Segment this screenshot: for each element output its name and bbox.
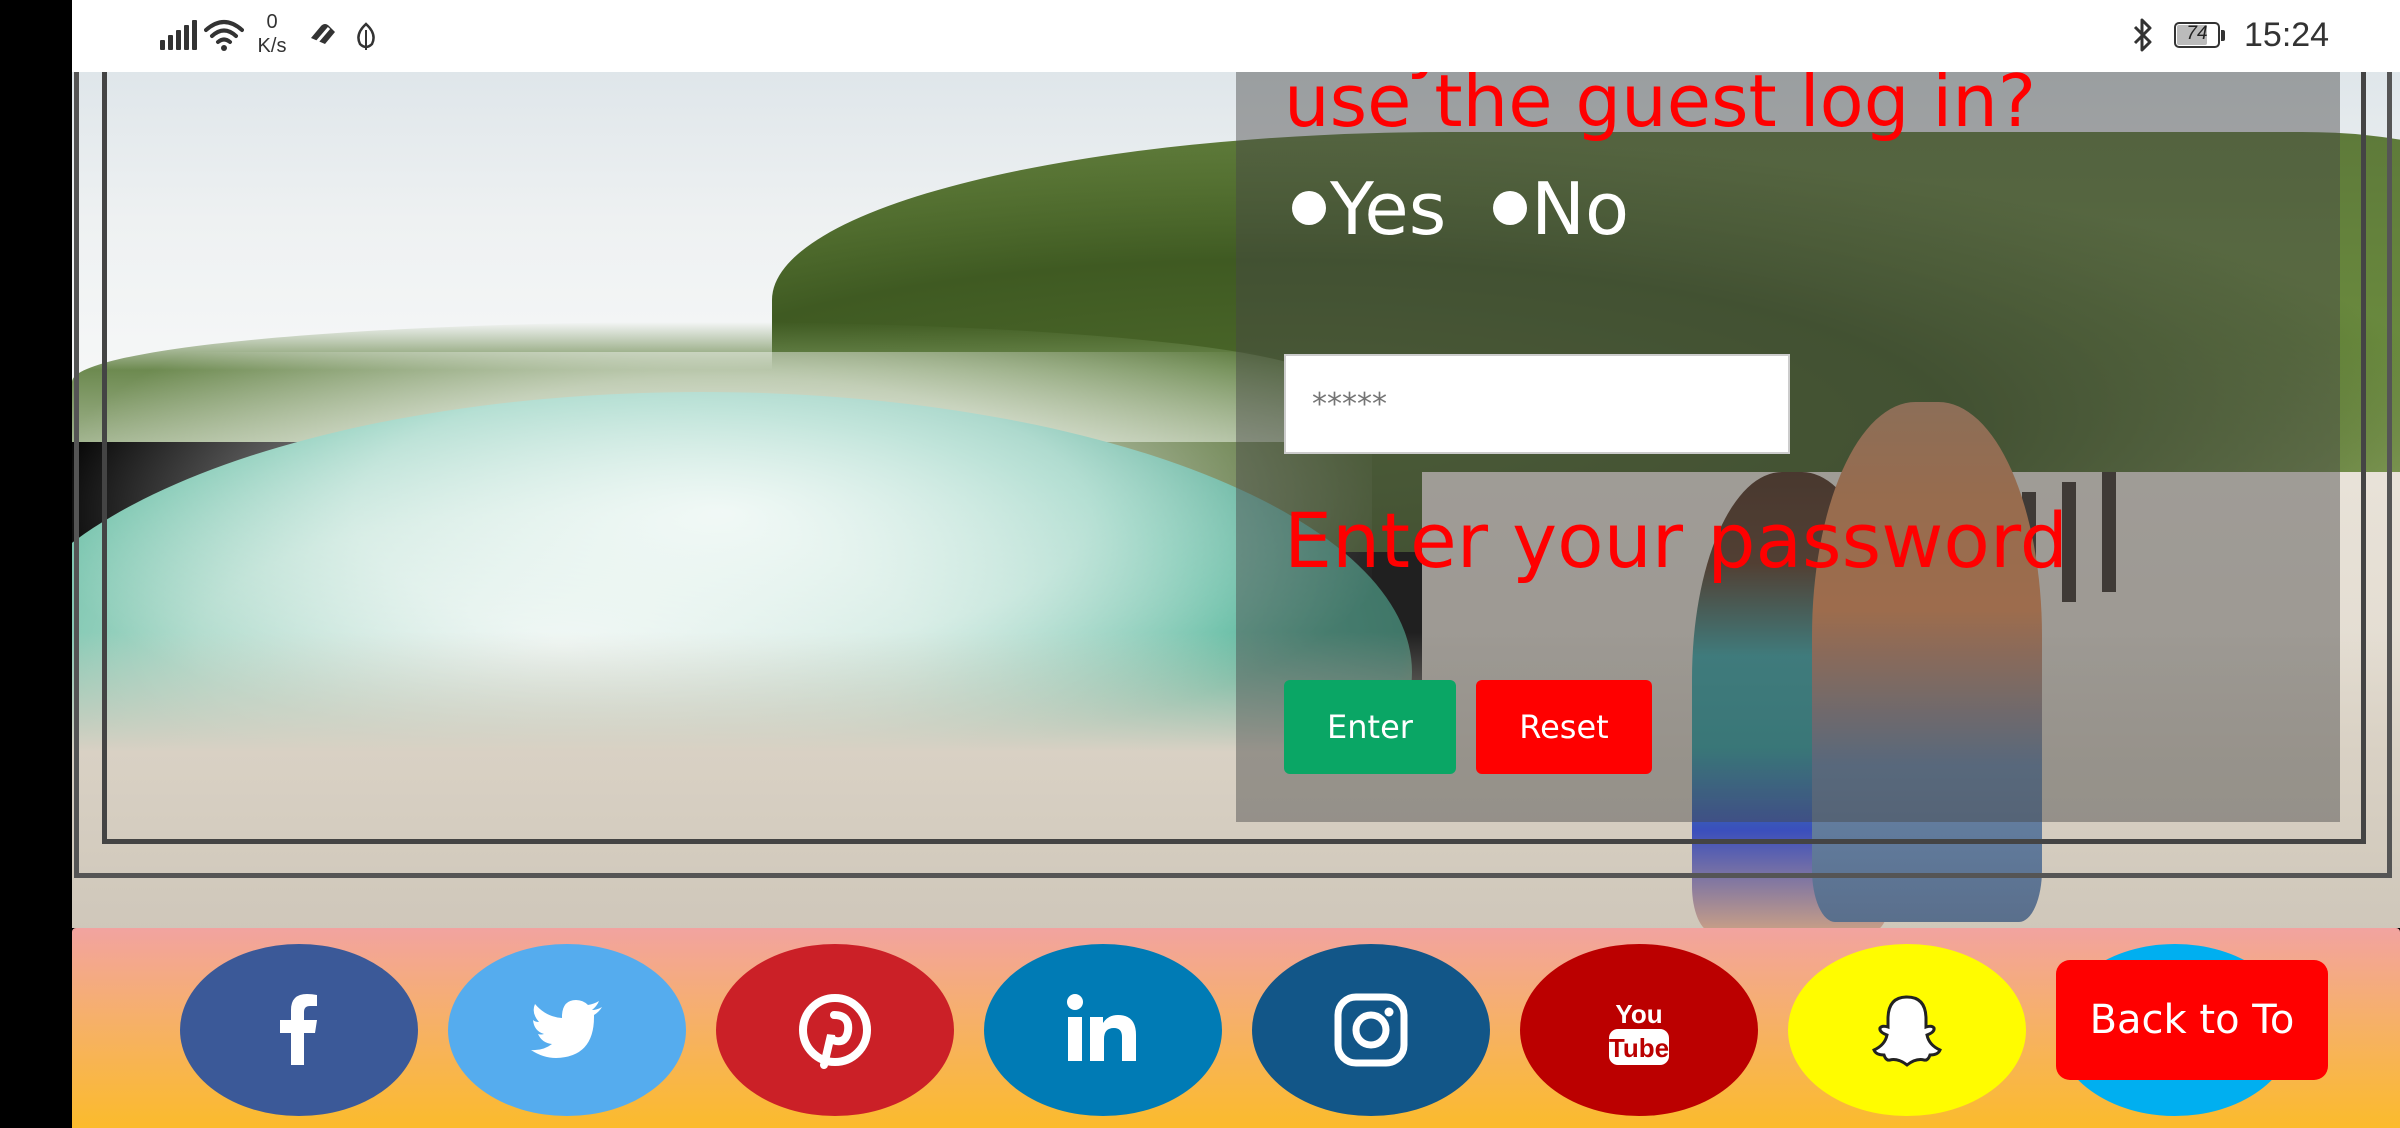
guest-login-question-cut: Do you want to bbox=[1284, 72, 1834, 82]
guest-login-question: Do you want to use the guest log in? bbox=[1284, 72, 2036, 144]
social-bar: You Tube Back to To bbox=[72, 928, 2400, 1128]
instagram-icon bbox=[1334, 993, 1408, 1067]
network-speed: 0 K/s bbox=[254, 10, 290, 58]
status-bar: 0 K/s 74 15:24 bbox=[72, 0, 2400, 72]
twitter-button[interactable] bbox=[448, 944, 686, 1116]
linkedin-icon bbox=[1067, 994, 1136, 1061]
network-speed-unit: K/s bbox=[257, 35, 287, 57]
twitter-icon bbox=[531, 1000, 602, 1058]
youtube-icon: You Tube bbox=[1609, 999, 1669, 1065]
login-panel: Do you want to use the guest log in? Yes… bbox=[1236, 72, 2340, 822]
svg-text:You: You bbox=[1615, 999, 1662, 1029]
svg-text:Tube: Tube bbox=[1609, 1033, 1669, 1063]
radio-no-label: No bbox=[1531, 167, 1630, 251]
radio-no[interactable]: No bbox=[1493, 166, 1629, 252]
network-speed-value: 0 bbox=[266, 11, 278, 33]
facebook-icon bbox=[280, 994, 317, 1065]
youtube-button[interactable]: You Tube bbox=[1520, 944, 1758, 1116]
guest-login-options: Yes No bbox=[1292, 166, 1653, 252]
leaf-icon bbox=[355, 22, 377, 52]
bluetooth-icon bbox=[2132, 17, 2154, 53]
back-to-top-button[interactable]: Back to To bbox=[2056, 960, 2328, 1080]
radio-yes-label: Yes bbox=[1330, 167, 1447, 251]
password-label: Enter your password bbox=[1284, 496, 2069, 585]
hero-background: Do you want to use the guest log in? Yes… bbox=[72, 72, 2400, 928]
snapchat-icon bbox=[1872, 995, 1942, 1067]
reset-button[interactable]: Reset bbox=[1476, 680, 1652, 774]
enter-button[interactable]: Enter bbox=[1284, 680, 1456, 774]
wifi-icon bbox=[204, 18, 244, 52]
linkedin-button[interactable] bbox=[984, 944, 1222, 1116]
guest-login-question-text: use the guest log in? bbox=[1284, 72, 2037, 143]
radio-dot-icon bbox=[1493, 191, 1528, 226]
app-notification-icon bbox=[307, 20, 339, 50]
facebook-button[interactable] bbox=[180, 944, 418, 1116]
clock: 15:24 bbox=[2244, 16, 2330, 54]
snapchat-button[interactable] bbox=[1788, 944, 2026, 1116]
battery-icon: 74 bbox=[2174, 22, 2228, 50]
battery-level: 74 bbox=[2186, 23, 2208, 44]
radio-dot-icon bbox=[1292, 191, 1326, 226]
pinterest-icon bbox=[799, 994, 871, 1069]
signal-icon bbox=[160, 20, 197, 50]
password-input[interactable] bbox=[1284, 354, 1790, 454]
pinterest-button[interactable] bbox=[716, 944, 954, 1116]
instagram-button[interactable] bbox=[1252, 944, 1490, 1116]
radio-yes[interactable]: Yes bbox=[1292, 166, 1446, 252]
